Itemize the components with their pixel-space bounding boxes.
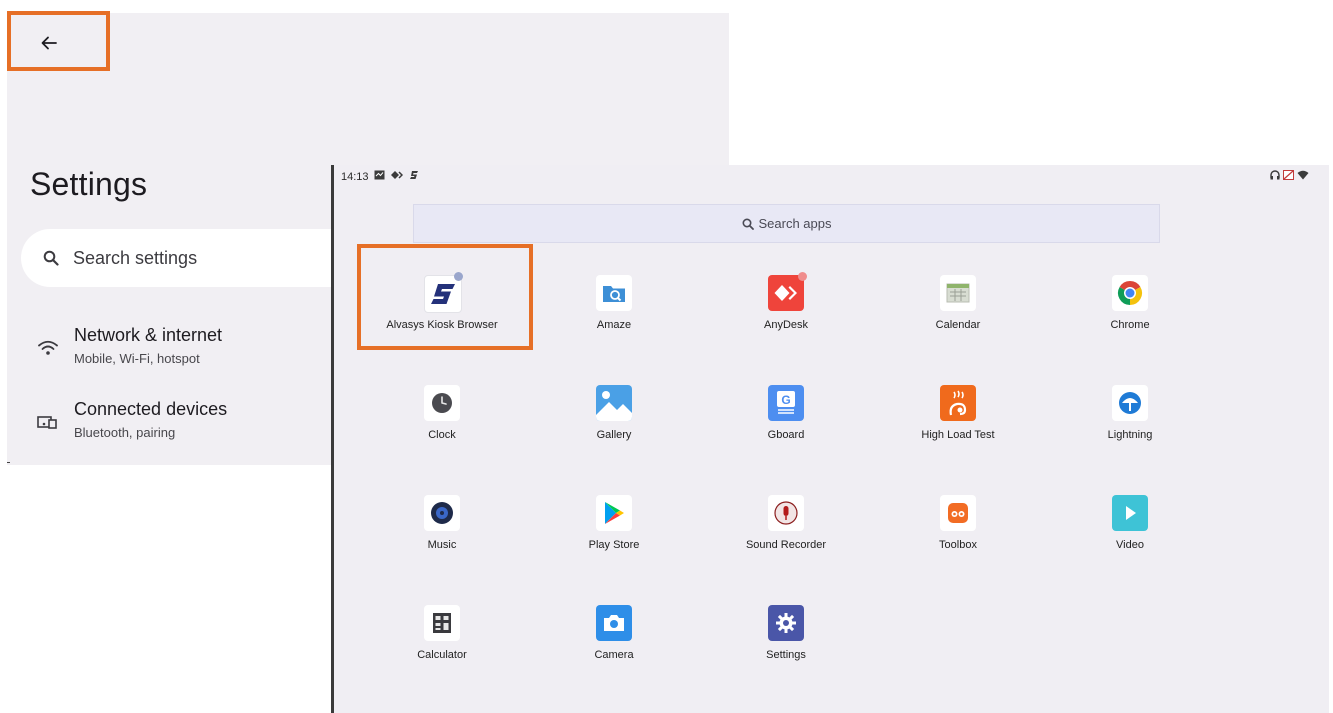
video-icon <box>1112 495 1148 531</box>
app-video[interactable]: Video <box>1044 495 1216 585</box>
app-label: Alvasys Kiosk Browser <box>386 319 498 331</box>
gallery-icon <box>596 385 632 421</box>
app-clock[interactable]: Clock <box>356 385 528 475</box>
message-icon <box>374 170 385 180</box>
calculator-icon <box>424 605 460 641</box>
app-toolbox[interactable]: Toolbox <box>872 495 1044 585</box>
app-calculator[interactable]: Calculator <box>356 605 528 695</box>
search-apps-bar[interactable]: Search apps <box>413 204 1160 243</box>
chrome-icon <box>1112 275 1148 311</box>
alvasys-status-icon <box>410 171 418 179</box>
settings-item-title: Connected devices <box>74 399 228 419</box>
settings-item-subtitle: Bluetooth, pairing <box>74 425 176 440</box>
toolbox-icon <box>940 495 976 531</box>
clock-icon <box>424 385 460 421</box>
headset-icon <box>1270 170 1280 180</box>
app-amaze[interactable]: Amaze <box>528 275 700 365</box>
settings-item-title: Network & internet <box>74 325 223 345</box>
app-high-load-test[interactable]: High Load Test <box>872 385 1044 475</box>
svg-text:G: G <box>781 393 790 407</box>
settings-item-subtitle: Mobile, Wi-Fi, hotspot <box>74 351 200 366</box>
app-label: Camera <box>594 649 634 661</box>
search-apps-placeholder: Search apps <box>758 216 832 231</box>
app-label: Gboard <box>767 429 805 441</box>
app-label: Settings <box>766 649 806 661</box>
app-label: Clock <box>428 429 456 441</box>
no-sim-icon <box>1283 170 1294 180</box>
lightning-icon <box>1112 385 1148 421</box>
app-drawer: 14:13 Search apps Alvasys Kiosk Browser <box>331 165 1329 713</box>
app-label: AnyDesk <box>763 319 809 331</box>
app-camera[interactable]: Camera <box>528 605 700 695</box>
app-label: Amaze <box>596 319 632 331</box>
app-lightning[interactable]: Lightning <box>1044 385 1216 475</box>
app-label: Sound Recorder <box>745 539 827 551</box>
sound-recorder-icon <box>768 495 804 531</box>
settings-search-bar[interactable]: Search settings <box>21 229 361 287</box>
divider <box>7 462 10 463</box>
search-icon <box>741 217 754 230</box>
app-label: Video <box>1116 539 1144 551</box>
app-chrome[interactable]: Chrome <box>1044 275 1216 365</box>
notification-dot <box>798 272 807 281</box>
notification-dot <box>454 272 463 281</box>
amaze-folder-icon <box>596 275 632 311</box>
settings-item-connected-devices[interactable]: Connected devices Bluetooth, pairing <box>7 393 347 453</box>
app-music[interactable]: Music <box>356 495 528 585</box>
app-label: Calculator <box>417 649 467 661</box>
camera-icon <box>596 605 632 641</box>
high-load-test-icon <box>940 385 976 421</box>
page-title: Settings <box>30 166 148 202</box>
search-icon <box>43 250 59 266</box>
status-time: 14:13 <box>341 171 369 183</box>
anydesk-status-icon <box>391 171 403 179</box>
status-bar: 14:13 <box>334 165 1329 189</box>
app-gallery[interactable]: Gallery <box>528 385 700 475</box>
app-label: Chrome <box>1110 319 1150 331</box>
status-system-icons <box>1270 170 1309 180</box>
play-store-icon <box>596 495 632 531</box>
app-label: Lightning <box>1107 429 1153 441</box>
app-label: Gallery <box>596 429 632 441</box>
wifi-icon <box>35 335 61 361</box>
settings-item-network[interactable]: Network & internet Mobile, Wi-Fi, hotspo… <box>7 319 347 379</box>
app-gboard[interactable]: G Gboard <box>700 385 872 475</box>
app-anydesk[interactable]: AnyDesk <box>700 272 872 365</box>
app-settings[interactable]: Settings <box>700 605 872 695</box>
music-icon <box>424 495 460 531</box>
devices-icon <box>35 409 61 435</box>
calendar-icon <box>940 275 976 311</box>
status-notification-icons <box>374 170 419 180</box>
app-play-store[interactable]: Play Store <box>528 495 700 585</box>
settings-search-placeholder: Search settings <box>73 247 198 268</box>
settings-gear-icon <box>768 605 804 641</box>
wifi-status-icon <box>1297 170 1309 180</box>
app-label: Music <box>427 539 457 551</box>
app-label: Toolbox <box>939 539 977 551</box>
gboard-icon: G <box>768 385 804 421</box>
app-label: Calendar <box>935 319 981 331</box>
anydesk-icon <box>768 275 804 311</box>
back-button[interactable] <box>31 25 67 61</box>
app-label: High Load Test <box>921 429 995 441</box>
back-arrow-icon <box>41 36 57 50</box>
app-label: Play Store <box>588 539 640 551</box>
app-calendar[interactable]: Calendar <box>872 275 1044 365</box>
app-alvasys-kiosk-browser[interactable]: Alvasys Kiosk Browser <box>356 272 528 365</box>
app-sound-recorder[interactable]: Sound Recorder <box>700 495 872 585</box>
